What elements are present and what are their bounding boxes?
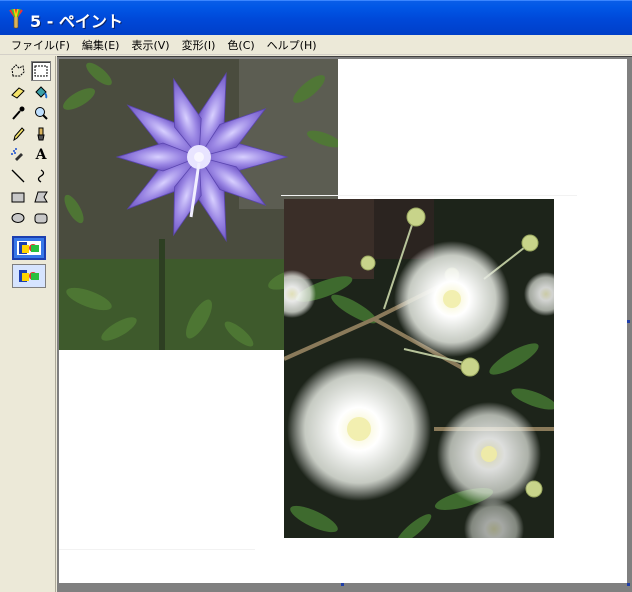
line-icon: [11, 169, 25, 183]
brush-icon: [37, 127, 45, 141]
ellipse-icon: [11, 213, 25, 223]
resize-handle-corner[interactable]: [627, 583, 630, 586]
text-icon: A: [35, 147, 47, 163]
rectangle-icon: [11, 192, 25, 203]
resize-handle-bottom[interactable]: [341, 583, 344, 586]
fill-bucket-icon: [35, 86, 48, 99]
transparent-selection-option[interactable]: [12, 264, 46, 288]
eraser-tool[interactable]: [8, 82, 28, 102]
opaque-selection-icon: [17, 241, 41, 255]
pencil-tool[interactable]: [8, 124, 28, 144]
fill-bucket-tool[interactable]: [31, 82, 51, 102]
rounded-rectangle-tool[interactable]: [31, 208, 51, 228]
polygon-tool[interactable]: [31, 187, 51, 207]
menu-colors[interactable]: 色(C): [222, 36, 259, 54]
tool-box: A: [0, 56, 56, 592]
rectangle-select-tool[interactable]: [31, 61, 51, 81]
pick-color-tool[interactable]: [8, 103, 28, 123]
magnifier-tool[interactable]: [31, 103, 51, 123]
pick-color-icon: [12, 106, 25, 120]
text-tool[interactable]: A: [31, 145, 51, 165]
menu-edit[interactable]: 編集(E): [77, 36, 125, 54]
free-form-select-icon: [11, 64, 25, 77]
resize-handle-right[interactable]: [627, 320, 630, 323]
pencil-icon: [13, 127, 25, 142]
menu-view[interactable]: 表示(V): [126, 36, 174, 54]
menu-bar: ファイル(F) 編集(E) 表示(V) 変形(I) 色(C) ヘルプ(H): [0, 35, 632, 55]
line-tool[interactable]: [8, 166, 28, 186]
rectangle-tool[interactable]: [8, 187, 28, 207]
canvas-area: [57, 56, 632, 592]
window-title: 5 - ペイント: [30, 12, 123, 31]
menu-image[interactable]: 変形(I): [177, 36, 221, 54]
opaque-selection-option[interactable]: [12, 236, 46, 260]
transparent-selection-icon: [19, 270, 39, 282]
curve-tool[interactable]: [31, 166, 51, 186]
airbrush-tool[interactable]: [8, 145, 28, 165]
paint-app-icon: [9, 8, 23, 29]
curve-icon: [37, 169, 45, 183]
polygon-icon: [34, 191, 48, 203]
ellipse-tool[interactable]: [8, 208, 28, 228]
airbrush-icon: [11, 148, 23, 161]
menu-file[interactable]: ファイル(F): [6, 36, 75, 54]
eraser-icon: [11, 87, 25, 99]
white-puffball-flower-photo: [284, 199, 554, 538]
menu-help[interactable]: ヘルプ(H): [262, 36, 322, 54]
rounded-rectangle-icon: [34, 213, 48, 224]
brush-tool[interactable]: [31, 124, 51, 144]
magnifier-icon: [35, 107, 48, 120]
title-bar[interactable]: 5 - ペイント: [0, 0, 632, 35]
drawing-canvas[interactable]: [59, 59, 630, 586]
rectangle-select-icon: [34, 65, 48, 77]
free-form-select-tool[interactable]: [8, 61, 28, 81]
